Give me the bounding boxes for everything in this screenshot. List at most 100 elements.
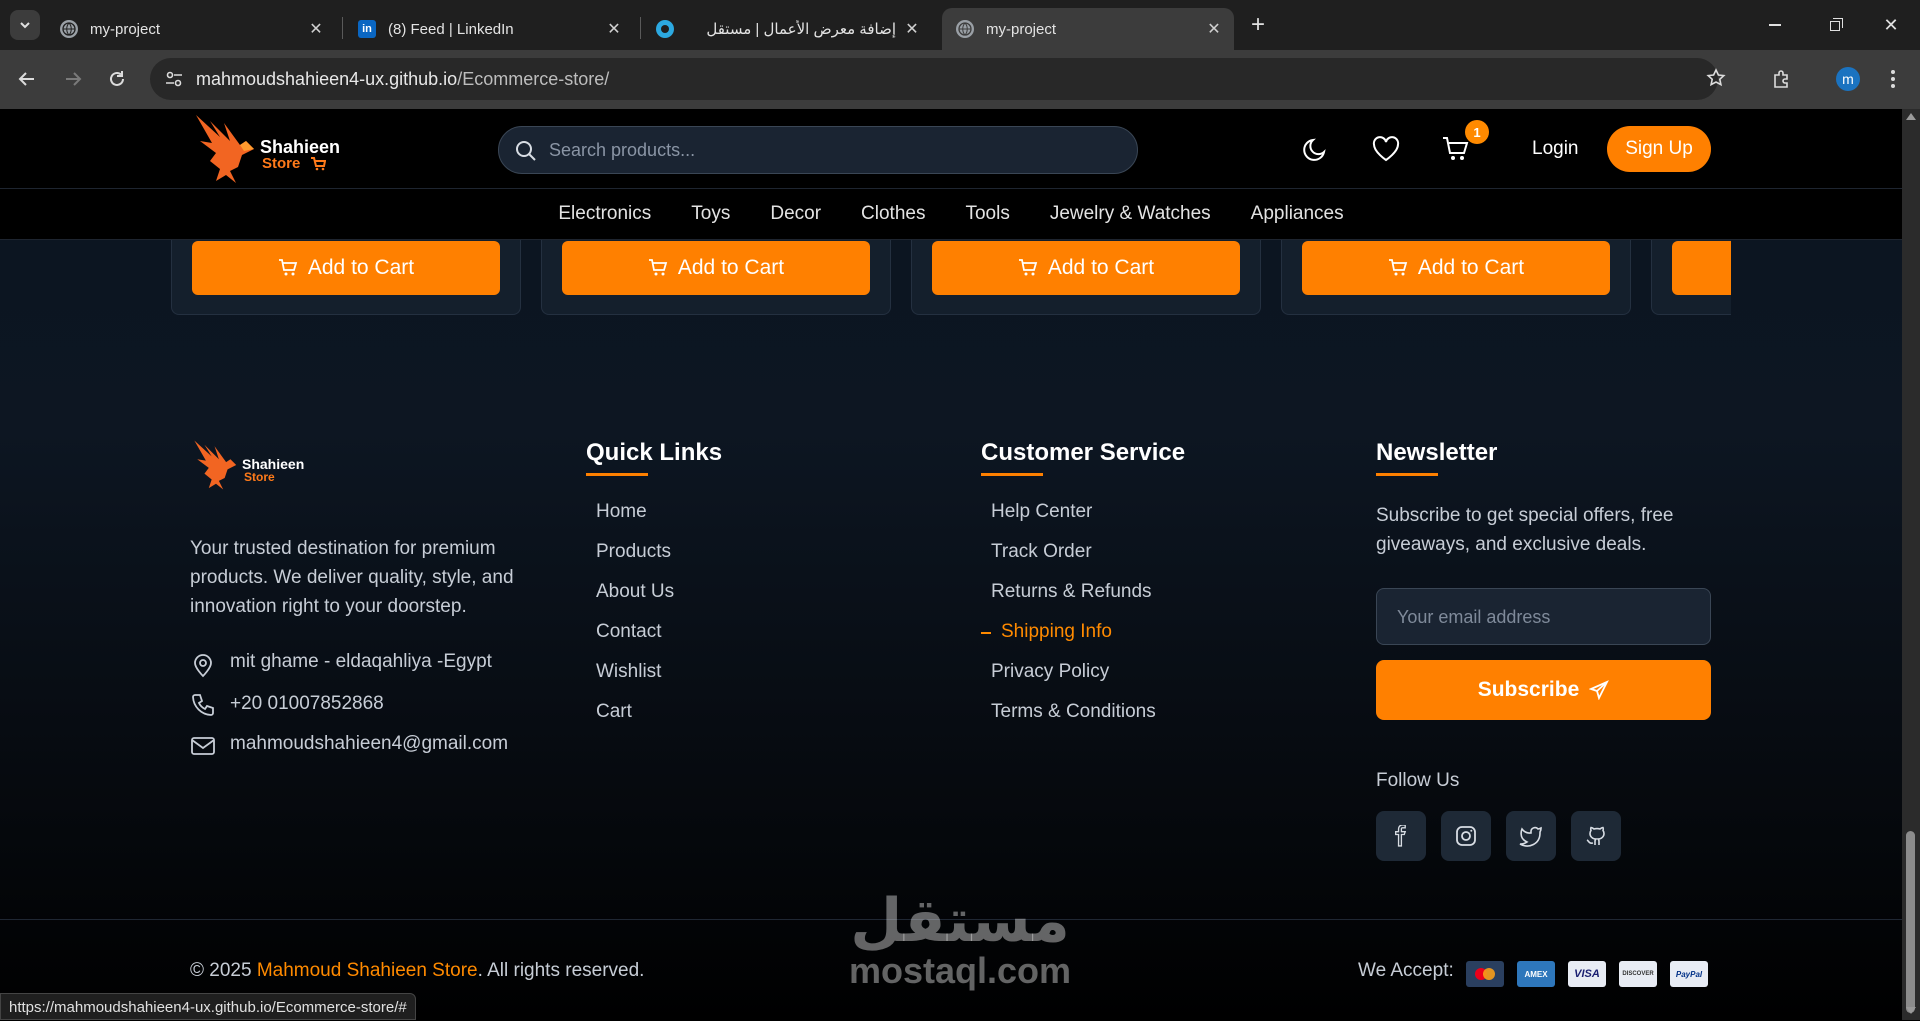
footer-phone[interactable]: +20 01007852868: [230, 693, 384, 715]
category-electronics[interactable]: Electronics: [558, 203, 651, 225]
signup-button[interactable]: Sign Up: [1607, 126, 1711, 172]
service-link-track-order[interactable]: Track Order: [991, 541, 1092, 563]
browser-toolbar: mahmoudshahieen4-ux.github.io/Ecommerce-…: [0, 50, 1920, 109]
puzzle-icon: [1774, 70, 1788, 88]
cart-count-badge: 1: [1465, 120, 1489, 144]
eagle-logo-icon: [194, 440, 237, 490]
tab-my-project-active[interactable]: my-project ✕: [942, 8, 1234, 50]
quick-link-contact[interactable]: Contact: [596, 621, 661, 643]
extensions-button[interactable]: [1764, 62, 1798, 96]
subscribe-button[interactable]: Subscribe: [1376, 660, 1711, 720]
search-icon: [516, 141, 536, 161]
tab-close-icon[interactable]: ✕: [602, 17, 626, 41]
restore-button[interactable]: [1820, 12, 1850, 38]
quick-link-cart[interactable]: Cart: [596, 701, 632, 723]
login-link[interactable]: Login: [1532, 138, 1579, 160]
add-to-cart-button[interactable]: Add to Cart: [562, 241, 870, 295]
service-link-help-center[interactable]: Help Center: [991, 501, 1092, 523]
watermark-arabic: مستقل: [850, 886, 1070, 956]
moon-icon: [1303, 138, 1326, 161]
category-tools[interactable]: Tools: [965, 203, 1009, 225]
category-jewelry-watches[interactable]: Jewelry & Watches: [1050, 203, 1211, 225]
follow-us-label: Follow Us: [1376, 770, 1460, 791]
service-link-returns-refunds[interactable]: Returns & Refunds: [991, 581, 1152, 603]
add-to-cart-button[interactable]: Add to Cart: [192, 241, 500, 295]
service-link-shipping-info[interactable]: Shipping Info: [1001, 621, 1112, 643]
customer-service-title-text: Customer Service: [981, 439, 1186, 466]
tab-title: my-project: [986, 20, 1057, 38]
kebab-menu-icon: [1891, 70, 1895, 88]
mail-icon: [191, 737, 215, 755]
new-tab-button[interactable]: +: [1244, 12, 1272, 40]
browser-menu-button[interactable]: [1876, 62, 1910, 96]
github-button[interactable]: [1571, 811, 1621, 861]
linkedin-icon: in: [358, 20, 376, 38]
add-to-cart-button[interactable]: Add to Cart: [1302, 241, 1610, 295]
site-logo[interactable]: Shahieen Store: [190, 109, 350, 189]
tab-close-icon[interactable]: ✕: [1202, 17, 1226, 41]
bookmark-star-icon[interactable]: [1706, 68, 1728, 90]
copyright-prefix: © 2025: [190, 960, 257, 981]
tab-mostaql[interactable]: إضافة معرض الأعمال | مستقل ✕: [642, 8, 932, 50]
add-to-cart-button[interactable]: [1672, 241, 1731, 295]
mostaql-watermark: مستقل mostaql.com: [840, 889, 1080, 989]
add-to-cart-button[interactable]: Add to Cart: [932, 241, 1240, 295]
title-underline: [586, 473, 648, 476]
forward-button[interactable]: [56, 62, 90, 96]
scrollbar-thumb[interactable]: [1906, 831, 1915, 1013]
newsletter-text: Subscribe to get special offers, free gi…: [1376, 505, 1674, 555]
reload-button[interactable]: [100, 62, 134, 96]
category-appliances[interactable]: Appliances: [1251, 203, 1344, 225]
tab-search-button[interactable]: [10, 10, 40, 40]
globe-icon: [60, 20, 78, 38]
cart-icon: [1018, 259, 1038, 276]
facebook-button[interactable]: [1376, 811, 1426, 861]
tab-close-icon[interactable]: ✕: [304, 17, 328, 41]
footer-logo-line2: Store: [244, 470, 275, 484]
quick-link-wishlist[interactable]: Wishlist: [596, 661, 661, 683]
profile-initial: m: [1842, 71, 1854, 87]
category-nav: Electronics Toys Decor Clothes Tools Jew…: [0, 189, 1902, 240]
email-placeholder: Your email address: [1397, 607, 1551, 627]
cart-icon: [278, 259, 298, 276]
site-info-icon[interactable]: [164, 69, 186, 91]
service-link-terms-conditions[interactable]: Terms & Conditions: [991, 701, 1156, 723]
category-decor[interactable]: Decor: [770, 203, 821, 225]
amex-label: AMEX: [1524, 969, 1548, 979]
quick-link-products[interactable]: Products: [596, 541, 671, 563]
cart-icon: [1388, 259, 1408, 276]
category-toys[interactable]: Toys: [691, 203, 730, 225]
address-bar[interactable]: mahmoudshahieen4-ux.github.io/Ecommerce-…: [150, 58, 1726, 100]
theme-toggle-button[interactable]: [1298, 131, 1334, 167]
footer-logo[interactable]: Shahieen Store: [190, 436, 310, 496]
page-scrollbar[interactable]: [1902, 109, 1920, 1020]
tab-my-project-1[interactable]: my-project ✕: [46, 8, 336, 50]
title-underline: [981, 473, 1043, 476]
tab-linkedin[interactable]: in (8) Feed | LinkedIn ✕: [344, 8, 634, 50]
add-to-cart-label: Add to Cart: [1417, 256, 1525, 279]
mastercard-icon: [1466, 961, 1504, 987]
minimize-button[interactable]: [1760, 14, 1790, 36]
tab-title: my-project: [90, 20, 161, 38]
twitter-button[interactable]: [1506, 811, 1556, 861]
copyright-brand[interactable]: Mahmoud Shahieen Store: [257, 960, 478, 981]
quick-link-about-us[interactable]: About Us: [596, 581, 674, 603]
newsletter-email-input[interactable]: Your email address: [1376, 588, 1711, 645]
paypal-icon: PayPal: [1670, 961, 1708, 987]
search-input[interactable]: Search products...: [498, 126, 1138, 174]
service-link-privacy-policy[interactable]: Privacy Policy: [991, 661, 1109, 683]
close-window-button[interactable]: ✕: [1876, 12, 1906, 38]
back-button[interactable]: [10, 62, 44, 96]
wishlist-button[interactable]: [1368, 131, 1404, 167]
quick-link-home[interactable]: Home: [596, 501, 647, 523]
quick-links-title-text: Quick Links: [586, 439, 723, 466]
footer-email[interactable]: mahmoudshahieen4@gmail.com: [230, 733, 508, 755]
category-clothes[interactable]: Clothes: [861, 203, 925, 225]
we-accept-label: We Accept:: [1358, 960, 1454, 981]
site-header: Shahieen Store Search products... 1 Logi…: [0, 109, 1902, 189]
footer-address: mit ghame - eldaqahliya -Egypt: [230, 651, 492, 672]
tab-strip: my-project ✕ in (8) Feed | LinkedIn ✕ إض…: [0, 0, 1920, 50]
tab-close-icon[interactable]: ✕: [900, 17, 924, 41]
instagram-button[interactable]: [1441, 811, 1491, 861]
profile-avatar[interactable]: m: [1836, 67, 1860, 91]
